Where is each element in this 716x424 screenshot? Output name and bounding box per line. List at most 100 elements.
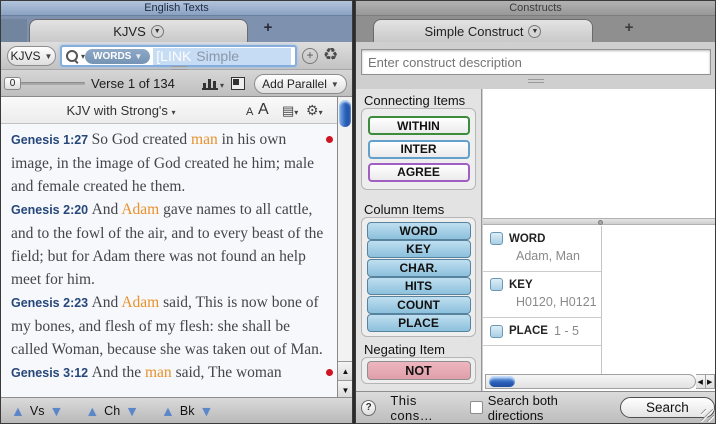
description-zone	[356, 42, 715, 89]
verse: Genesis 3:12 And the man said, The woman	[11, 361, 325, 385]
tab-well-shade	[1, 19, 27, 42]
add-parallel-button[interactable]: Add Parallel ▼	[254, 74, 347, 94]
chapter-up-button[interactable]: ▲	[85, 403, 99, 419]
verse: Genesis 2:23 And Adam said, This is now …	[11, 291, 325, 361]
help-button[interactable]: ?	[361, 400, 376, 416]
window-resize-grip[interactable]	[701, 409, 714, 422]
search-icon[interactable]	[66, 50, 79, 63]
count-button[interactable]: COUNT	[367, 296, 471, 314]
chapter-step-label: Ch	[104, 404, 120, 418]
window-title[interactable]: Constructs	[356, 1, 715, 16]
place-button[interactable]: PLACE	[367, 314, 471, 332]
chapter-step-group: ▲ Ch ▼	[85, 403, 139, 419]
book-up-button[interactable]: ▲	[161, 403, 175, 419]
module-select-button[interactable]: KJVS ▼	[7, 46, 56, 66]
chapter-down-button[interactable]: ▼	[125, 403, 139, 419]
search-input[interactable]: ▾ WORDS ▼ [LINK Simple	[60, 45, 297, 67]
negating-item-box: NOT	[361, 357, 476, 384]
scrollbar-thumb[interactable]	[489, 376, 515, 387]
analysis-chart-icon[interactable]	[202, 78, 218, 90]
scroll-arrow-buttons: ◀ ▶	[696, 374, 715, 389]
construct-description-input[interactable]	[361, 49, 711, 75]
book-step-label: Bk	[180, 404, 195, 418]
verse-step-bar: ▲ Vs ▼ ▲ Ch ▼ ▲ Bk ▼	[1, 397, 352, 423]
search-toolbar: KJVS ▼ ▾ WORDS ▼ [LINK Simple + ♻	[1, 42, 352, 70]
book-down-button[interactable]: ▼	[199, 403, 213, 419]
tab-label: Simple Construct	[425, 24, 524, 39]
vertical-scrollbar[interactable]: ▲ ▼	[337, 97, 352, 399]
new-tab-button[interactable]: +	[614, 19, 644, 41]
construct-palette: Connecting Items WITHIN INTER AGREE Colu…	[356, 89, 482, 391]
notes-icon[interactable]: ▤▾	[282, 103, 298, 119]
search-text-selection[interactable]: [LINK Simple	[153, 48, 291, 65]
construct-item-key[interactable]: KEY H0120, H0121	[483, 272, 601, 318]
pane-resize-grip[interactable]	[528, 79, 544, 83]
item-checkbox[interactable]	[490, 232, 503, 245]
column-divider[interactable]	[601, 226, 602, 375]
verse-text: So God created	[92, 131, 191, 148]
item-checkbox[interactable]	[490, 278, 503, 291]
constructs-window: Constructs Simple Construct ▼ + Connecti…	[355, 0, 716, 424]
within-button[interactable]: WITHIN	[368, 116, 470, 135]
char-button[interactable]: CHAR.	[367, 259, 471, 277]
search-both-directions-checkbox[interactable]	[470, 401, 482, 414]
inter-button[interactable]: INTER	[368, 140, 470, 159]
verse-down-button[interactable]: ▼	[49, 403, 63, 419]
tab-kjvs[interactable]: KJVS ▼	[29, 19, 248, 42]
scope-pill-words[interactable]: WORDS ▼	[85, 49, 150, 64]
item-checkbox[interactable]	[490, 325, 503, 338]
tab-menu-icon[interactable]: ▼	[151, 25, 164, 38]
verse-slider[interactable]	[21, 82, 85, 85]
column-drag-handle[interactable]	[598, 220, 603, 225]
highlighted-word: man	[145, 364, 172, 381]
verse-ref[interactable]: Genesis 1:27	[11, 133, 92, 147]
decrease-font-button[interactable]: A	[246, 106, 253, 118]
horizontal-scrollbar[interactable]	[485, 374, 696, 389]
add-search-button[interactable]: +	[302, 48, 318, 64]
column-items-label: Column Items	[364, 202, 444, 217]
construct-main: Connecting Items WITHIN INTER AGREE Colu…	[356, 89, 715, 391]
construct-canvas[interactable]: WORD Adam, Man KEY H0120, H0121 PLACE 1 …	[483, 89, 715, 391]
text-pane-title[interactable]: KJV with Strong's ▾	[1, 103, 241, 118]
verse-up-button[interactable]: ▲	[11, 403, 25, 419]
key-button[interactable]: KEY	[367, 240, 471, 258]
english-texts-window: English Texts KJVS ▼ + KJVS ▼ ▾ WORDS ▼ …	[0, 0, 353, 424]
highlighted-word: man	[191, 131, 218, 148]
verse-slider-value[interactable]: 0	[4, 77, 21, 90]
construct-item-word[interactable]: WORD Adam, Man	[483, 226, 601, 272]
window-title[interactable]: English Texts	[1, 1, 352, 16]
column-header-strip[interactable]	[483, 218, 715, 225]
chevron-down-icon: ▼	[134, 52, 142, 61]
tab-simple-construct[interactable]: Simple Construct ▼	[373, 19, 593, 42]
scroll-right-button[interactable]: ▶	[706, 374, 716, 389]
chevron-down-icon[interactable]: ▾	[220, 81, 224, 90]
chevron-down-icon: ▼	[45, 52, 53, 61]
verse-status: Verse 1 of 134	[91, 76, 175, 91]
scrollbar-thumb[interactable]	[339, 100, 351, 127]
tab-bar: Simple Construct ▼ +	[356, 16, 715, 42]
verse-marker-dot[interactable]	[326, 369, 333, 376]
instant-details-icon[interactable]	[231, 77, 245, 90]
gear-icon[interactable]: ⚙▾	[306, 102, 323, 119]
verse-ref[interactable]: Genesis 2:20	[11, 203, 92, 217]
verse-ref[interactable]: Genesis 2:23	[11, 296, 92, 310]
tab-menu-icon[interactable]: ▼	[528, 25, 541, 38]
hits-button[interactable]: HITS	[367, 277, 471, 295]
new-tab-button[interactable]: +	[253, 19, 283, 41]
scroll-up-button[interactable]: ▲	[338, 361, 353, 380]
not-button[interactable]: NOT	[367, 361, 471, 380]
verse-nav-bar: 0 Verse 1 of 134 ▾ Add Parallel ▼	[1, 70, 352, 97]
word-button[interactable]: WORD	[367, 222, 471, 240]
connecting-items-box: WITHIN INTER AGREE	[361, 108, 476, 190]
highlighted-word: Adam	[121, 294, 159, 311]
construct-item-place[interactable]: PLACE 1 - 5	[483, 318, 601, 346]
item-value: Adam, Man	[516, 249, 601, 263]
scroll-left-button[interactable]: ◀	[696, 374, 706, 389]
recycle-icon[interactable]: ♻	[323, 45, 338, 65]
verse-marker-dot[interactable]	[326, 136, 333, 143]
verse-ref[interactable]: Genesis 3:12	[11, 366, 92, 380]
book-step-group: ▲ Bk ▼	[161, 403, 213, 419]
agree-button[interactable]: AGREE	[368, 163, 470, 182]
increase-font-button[interactable]: A	[258, 101, 269, 119]
item-value: H0120, H0121	[516, 295, 601, 309]
